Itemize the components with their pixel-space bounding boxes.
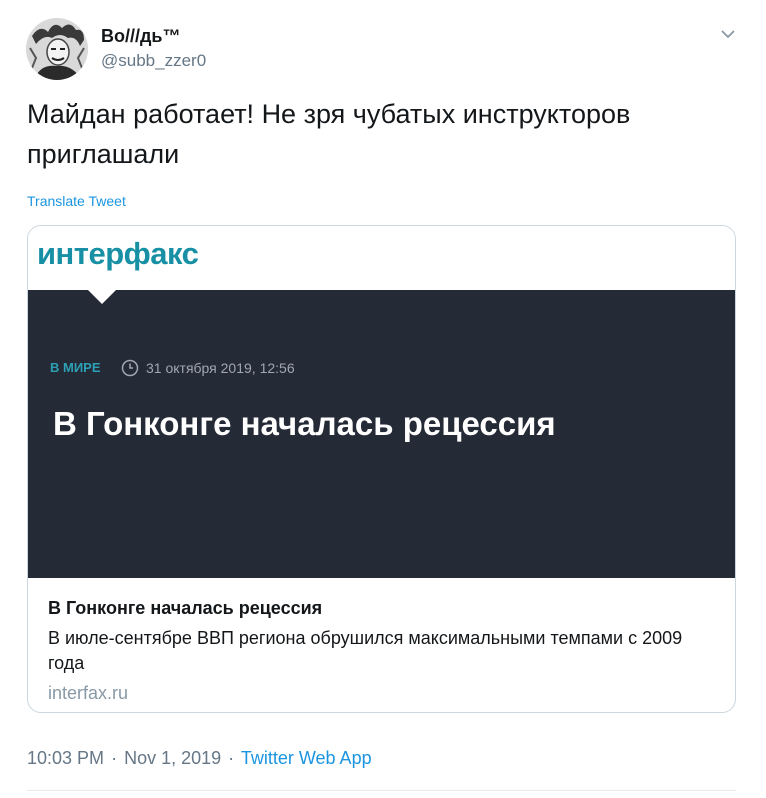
meta-separator: · xyxy=(111,748,118,768)
card-notch xyxy=(88,290,116,304)
card-title: В Гонконге началась рецессия xyxy=(48,598,323,618)
card-headline: В Гонконге началась рецессия xyxy=(53,405,556,442)
translate-tweet-link[interactable]: Translate Tweet xyxy=(27,193,126,209)
tweet-text: Майдан работает! Не зря чубатых инструкт… xyxy=(27,99,631,169)
card-image: интерфакс В МИРЕ 31 октября 2019, 12:56 … xyxy=(28,226,735,578)
tweet-meta: 10:03 PM · Nov 1, 2019 · Twitter Web App xyxy=(27,746,372,770)
tweet: Во///дь™ @subb_zzer0 Майдан работает! Не… xyxy=(0,0,766,798)
meta-separator: · xyxy=(228,748,235,768)
card-date: 31 октября 2019, 12:56 xyxy=(146,360,295,376)
card-category: В МИРЕ xyxy=(50,360,101,375)
avatar[interactable] xyxy=(26,18,88,80)
card-domain: interfax.ru xyxy=(48,683,129,703)
clock-icon xyxy=(121,359,139,377)
divider xyxy=(27,790,736,791)
tweet-time[interactable]: 10:03 PM xyxy=(27,748,104,768)
brand-logo: интерфакс xyxy=(37,236,199,271)
chevron-down-icon[interactable] xyxy=(716,22,740,46)
tweet-source-link[interactable]: Twitter Web App xyxy=(241,748,372,768)
tweet-date[interactable]: Nov 1, 2019 xyxy=(124,748,221,768)
link-card[interactable]: интерфакс В МИРЕ 31 октября 2019, 12:56 … xyxy=(27,225,736,713)
author-handle[interactable]: @subb_zzer0 xyxy=(101,50,206,72)
card-description: В июле-сентябре ВВП региона обрушился ма… xyxy=(48,628,683,673)
author-display-name[interactable]: Во///дь™ xyxy=(101,25,181,47)
avatar-portrait-icon xyxy=(26,18,88,80)
